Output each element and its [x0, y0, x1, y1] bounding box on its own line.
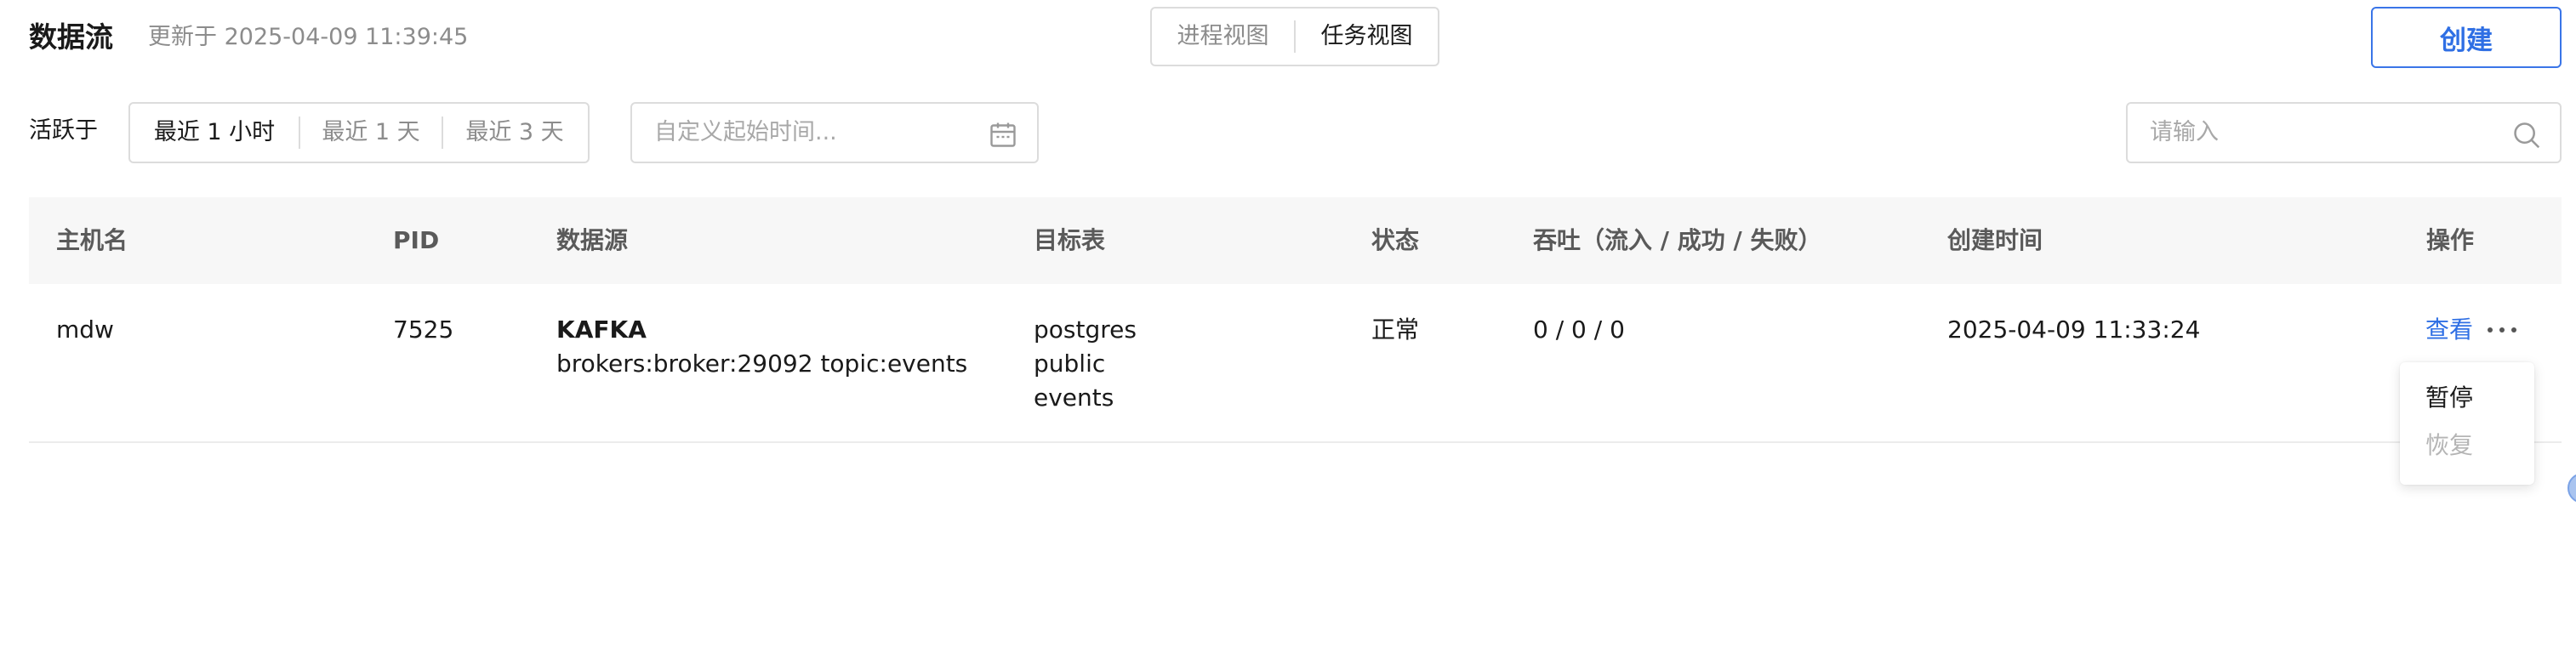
- cell-host: mdw: [56, 315, 114, 344]
- cell-target-table: events: [1034, 384, 1114, 412]
- cell-throughput: 0 / 0 / 0: [1533, 315, 1625, 344]
- range-last-1-day[interactable]: 最近 1 天: [300, 117, 442, 148]
- custom-start-time-input[interactable]: 自定义起始时间...: [630, 102, 1039, 163]
- row-actions-dropdown: 暂停 恢复: [2400, 362, 2534, 485]
- cell-target-database: postgres: [1034, 315, 1137, 344]
- menu-item-pause[interactable]: 暂停: [2425, 381, 2473, 415]
- date-placeholder: 自定义起始时间...: [654, 119, 837, 145]
- column-header-status: 状态: [1371, 226, 1420, 254]
- more-dot: [2511, 327, 2516, 332]
- active-filter-label: 活跃于: [29, 117, 98, 144]
- more-dot: [2488, 327, 2493, 332]
- row-divider: [29, 441, 2562, 443]
- column-header-pid: PID: [393, 226, 440, 254]
- search-icon[interactable]: [2510, 119, 2543, 151]
- range-last-1-hour[interactable]: 最近 1 小时: [130, 117, 299, 148]
- cell-created-at: 2025-04-09 11:33:24: [1947, 315, 2201, 344]
- page-title: 数据流: [29, 20, 113, 54]
- column-header-host: 主机名: [56, 226, 128, 254]
- search-placeholder: 请输入: [2150, 119, 2219, 145]
- cell-pid: 7525: [393, 315, 454, 344]
- range-last-3-days[interactable]: 最近 3 天: [443, 117, 586, 148]
- search-input[interactable]: 请输入: [2126, 102, 2562, 163]
- more-horizontal-icon[interactable]: [2488, 315, 2516, 345]
- cell-target-schema: public: [1034, 350, 1106, 378]
- cell-source-detail: brokers:broker:29092 topic:events: [556, 350, 968, 378]
- view-link[interactable]: 查看: [2425, 313, 2473, 347]
- column-header-throughput: 吞吐（流入 / 成功 / 失败）: [1533, 226, 1822, 254]
- calendar-icon[interactable]: [988, 119, 1018, 150]
- cell-source-type: KAFKA: [556, 315, 647, 344]
- column-header-source: 数据源: [556, 226, 629, 254]
- floating-assistant-button[interactable]: [2567, 473, 2576, 503]
- menu-item-resume[interactable]: 恢复: [2425, 429, 2473, 463]
- view-switch: 进程视图 任务视图: [1150, 7, 1439, 66]
- more-dot: [2499, 327, 2505, 332]
- column-header-target: 目标表: [1034, 226, 1106, 254]
- cell-status: 正常: [1371, 315, 1420, 344]
- column-header-actions: 操作: [2426, 226, 2475, 254]
- create-button[interactable]: 创建: [2371, 7, 2562, 68]
- tab-process-view[interactable]: 进程视图: [1152, 21, 1294, 52]
- time-range-group: 最近 1 小时 最近 1 天 最近 3 天: [128, 102, 590, 163]
- updated-timestamp: 更新于 2025-04-09 11:39:45: [148, 24, 469, 50]
- table-header: 主机名 PID 数据源 目标表 状态 吞吐（流入 / 成功 / 失败） 创建时间…: [29, 197, 2562, 284]
- column-header-created-at: 创建时间: [1947, 226, 2043, 254]
- tab-task-view[interactable]: 任务视图: [1296, 21, 1438, 52]
